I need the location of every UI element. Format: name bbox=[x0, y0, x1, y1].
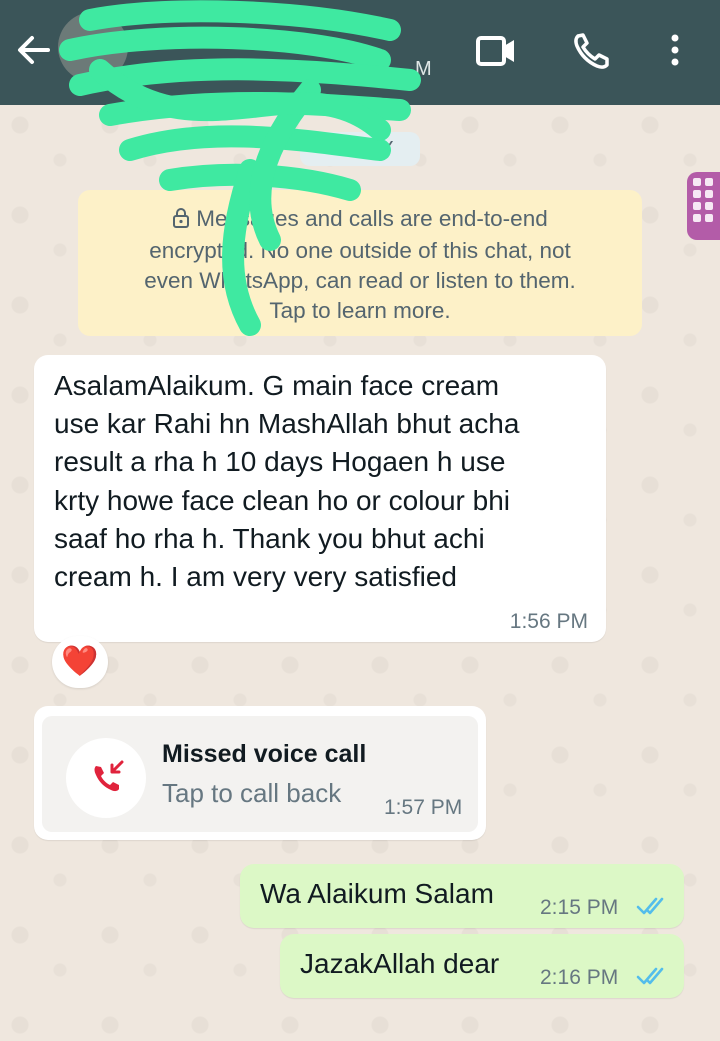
missed-call-icon bbox=[66, 738, 146, 818]
missed-call-card[interactable]: Missed voice call Tap to call back 1:57 … bbox=[42, 716, 478, 832]
phone-icon[interactable] bbox=[566, 28, 616, 74]
message-time: 2:16 PM bbox=[540, 966, 619, 989]
avatar[interactable] bbox=[58, 12, 128, 82]
message-time: 1:57 PM bbox=[384, 796, 463, 819]
outgoing-message[interactable]: Wa Alaikum Salam 2:15 PM bbox=[240, 864, 684, 928]
missed-call-title: Missed voice call bbox=[162, 740, 367, 768]
message-text: JazakAllah dear bbox=[300, 948, 500, 979]
outgoing-message[interactable]: JazakAllah dear 2:16 PM bbox=[280, 934, 684, 998]
chat-header: M bbox=[0, 0, 720, 105]
message-text: Wa Alaikum Salam bbox=[260, 878, 494, 909]
floating-app-widget[interactable] bbox=[687, 172, 720, 240]
contact-info[interactable]: M bbox=[140, 18, 440, 88]
encryption-notice[interactable]: Messages and calls are end-to-end encryp… bbox=[78, 190, 642, 336]
message-text: AsalamAlaikum. G main face cream use kar… bbox=[54, 370, 520, 593]
encryption-line-3: even WhatsApp, can read or listen to the… bbox=[144, 268, 576, 293]
missed-call-message[interactable]: Missed voice call Tap to call back 1:57 … bbox=[34, 706, 486, 840]
read-ticks-icon bbox=[636, 964, 670, 988]
read-ticks-icon bbox=[636, 894, 670, 918]
message-time: 2:15 PM bbox=[540, 896, 619, 919]
more-vert-icon[interactable] bbox=[652, 28, 698, 74]
contact-status: M bbox=[415, 58, 432, 80]
video-call-icon[interactable] bbox=[470, 28, 520, 74]
encryption-line-4: Tap to learn more. bbox=[269, 298, 451, 323]
date-chip: TODAY bbox=[300, 132, 420, 166]
encryption-line-1: Messages and calls are end-to-end bbox=[94, 204, 626, 236]
back-arrow-icon[interactable] bbox=[14, 30, 54, 70]
encryption-line-2: encrypted. No one outside of this chat, … bbox=[149, 238, 571, 263]
incoming-message[interactable]: AsalamAlaikum. G main face cream use kar… bbox=[34, 355, 606, 642]
lock-icon bbox=[172, 206, 190, 236]
call-back-link[interactable]: Tap to call back bbox=[162, 778, 341, 809]
message-time: 1:56 PM bbox=[509, 610, 588, 633]
heart-reaction[interactable]: ❤️ bbox=[52, 636, 108, 688]
